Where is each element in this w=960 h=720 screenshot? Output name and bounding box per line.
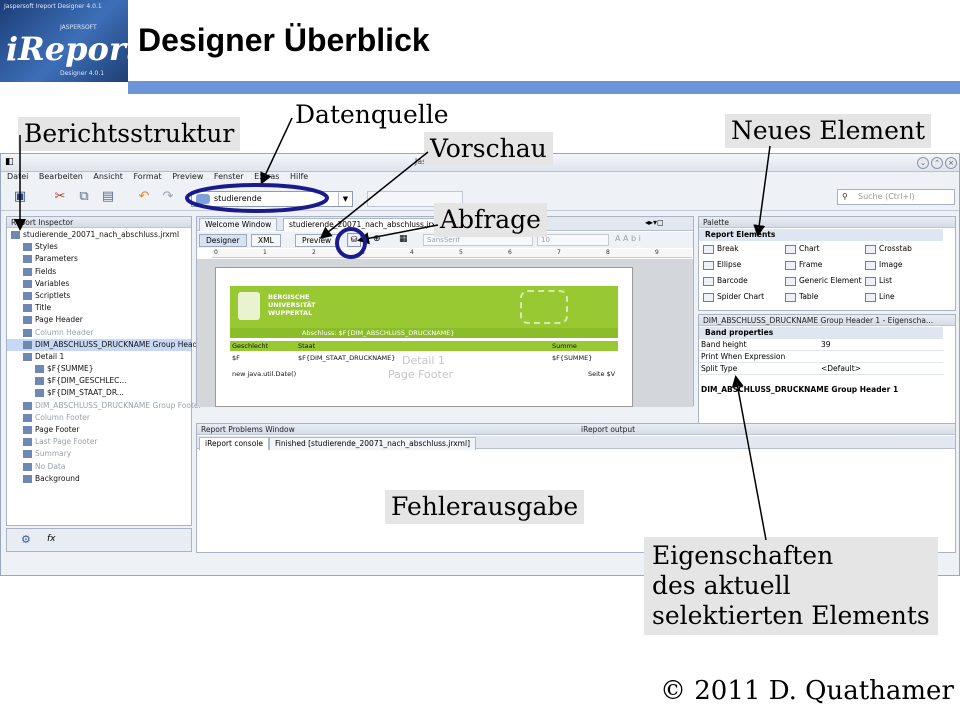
arrow-eigenschaften [731, 375, 767, 541]
arrow-vorschau [319, 151, 429, 239]
highlight-query [335, 227, 367, 259]
highlight-datasource [185, 183, 329, 213]
annotation-arrows [14, 117, 771, 541]
arrow-neues-element [753, 145, 771, 237]
arrow-abfrage [357, 224, 439, 245]
arrow-datenquelle [260, 117, 293, 185]
